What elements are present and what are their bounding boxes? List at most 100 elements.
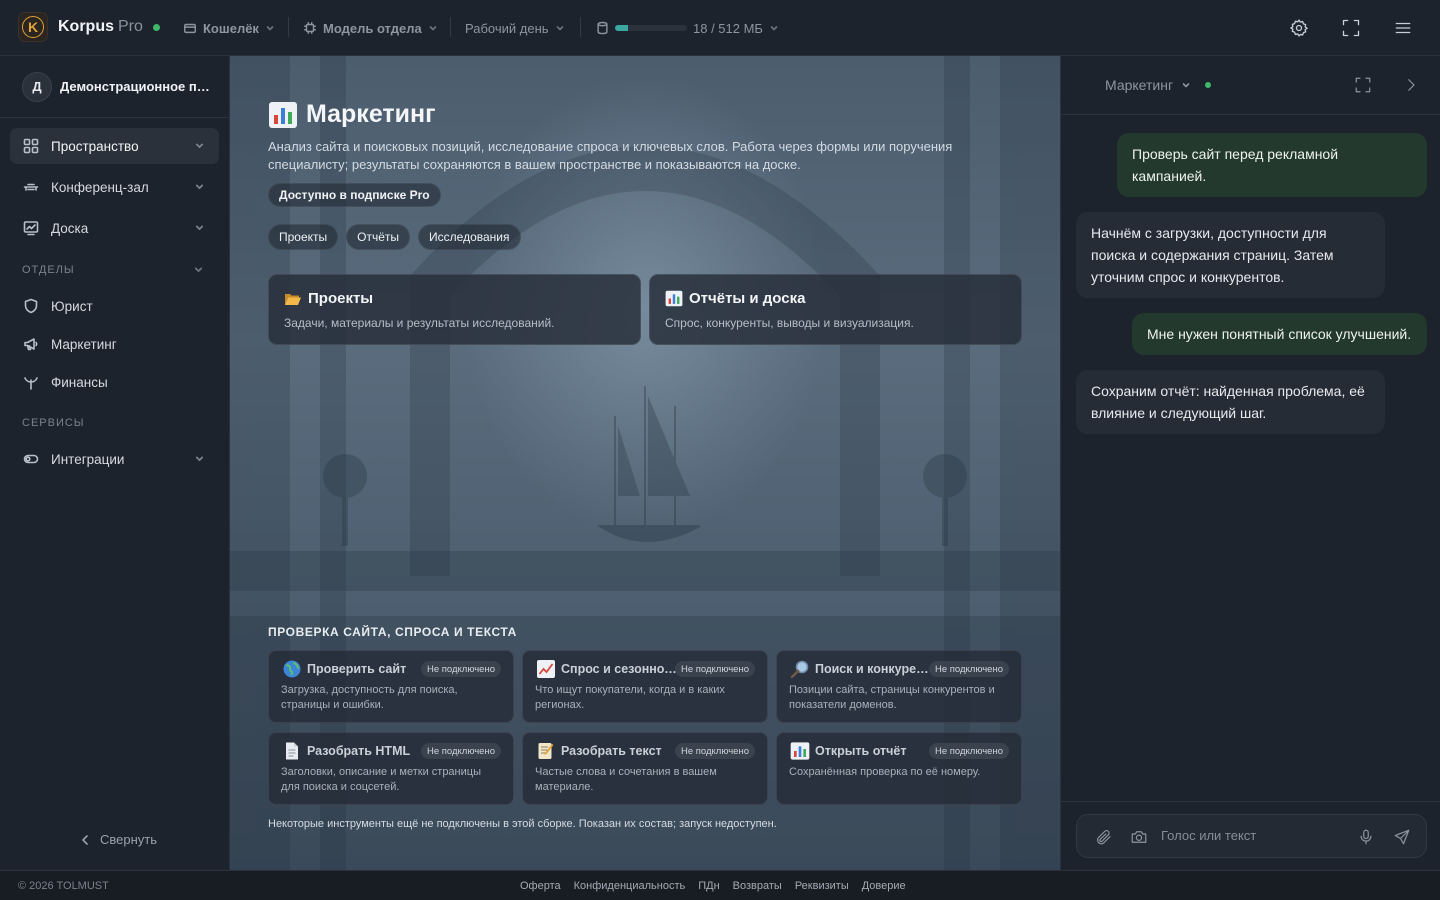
chevron-down-icon	[429, 26, 437, 31]
open-folder-icon	[285, 293, 301, 305]
page-description: Анализ сайта и поисковых позиций, исслед…	[268, 139, 953, 172]
sidebar-item-label: Интеграции	[51, 451, 125, 467]
tool-card-demand[interactable]: Спрос и сезонность Не подключено Что ищу…	[522, 650, 768, 723]
footer-link-offer[interactable]: Оферта	[520, 880, 561, 892]
status-badge: Не подключено	[420, 743, 501, 759]
chat-expand-button[interactable]	[1354, 76, 1374, 96]
chat-panel: Маркетинг Проверь сайт перед рекламной к…	[1060, 56, 1440, 870]
paperclip-icon	[1097, 830, 1111, 845]
sidebar-item-finance[interactable]: Финансы	[10, 364, 219, 400]
chip-reports[interactable]: Отчёты	[346, 224, 411, 250]
chat-department-dropdown[interactable]: Маркетинг	[1105, 77, 1212, 93]
mode-dropdown[interactable]: Рабочий день	[465, 18, 565, 38]
footer-link-requisites[interactable]: Реквизиты	[795, 880, 849, 892]
chevron-down-icon	[195, 225, 204, 231]
collapse-label: Свернуть	[100, 832, 158, 847]
wallet-dropdown[interactable]: Кошелёк	[183, 18, 275, 38]
card-title-text: Проекты	[308, 290, 374, 307]
storage-progress-bar	[615, 25, 687, 31]
bar-chart-icon	[665, 290, 683, 307]
online-status-dot	[153, 24, 160, 31]
tool-title: Проверить сайт	[307, 662, 407, 676]
storage-indicator[interactable]: 18 / 512 МБ	[596, 18, 779, 38]
voice-input-button[interactable]	[1357, 828, 1375, 846]
tool-title: Спрос и сезонность	[561, 662, 679, 676]
filter-chips: Проекты Отчёты Исследования	[268, 224, 521, 250]
footer-link-privacy[interactable]: Конфиденциальность	[574, 880, 686, 892]
card-reports-board[interactable]: Отчёты и доска Спрос, конкуренты, выводы…	[649, 274, 1022, 345]
toggle-link-icon	[23, 454, 39, 464]
status-badge: Не подключено	[674, 661, 755, 677]
chevron-down-icon	[195, 456, 204, 462]
sidebar-item-integrations[interactable]: Интеграции	[10, 441, 219, 477]
menu-button[interactable]	[1391, 16, 1415, 40]
card-projects[interactable]: Проекты Задачи, материалы и результаты и…	[268, 274, 641, 345]
footer-link-trust[interactable]: Доверие	[862, 880, 906, 892]
card-title-text: Отчёты и доска	[689, 290, 806, 307]
card-title: Проекты	[284, 290, 373, 307]
logo-letter: K	[22, 16, 44, 38]
chat-department-label: Маркетинг	[1105, 77, 1174, 93]
chat-input[interactable]	[1161, 828, 1341, 843]
collapse-sidebar-button[interactable]: Свернуть	[80, 832, 157, 847]
camera-button[interactable]	[1130, 828, 1148, 846]
sidebar-item-label: Доска	[51, 220, 89, 236]
tool-description: Заголовки, описание и метки страницы для…	[281, 766, 481, 793]
footer-link-personal-data[interactable]: ПДн	[698, 880, 719, 892]
attach-button[interactable]	[1095, 828, 1113, 846]
tool-card-parse-html[interactable]: Разобрать HTML Не подключено Заголовки, …	[268, 732, 514, 805]
main-content: Маркетинг Анализ сайта и поисковых позиц…	[230, 56, 1060, 870]
fullscreen-button[interactable]	[1339, 16, 1363, 40]
sidebar-item-lawyer[interactable]: Юрист	[10, 288, 219, 324]
sidebar-item-board[interactable]: Доска	[10, 210, 219, 246]
section-label: ОТДЕЛЫ	[22, 264, 75, 276]
footer: © 2026 TOLMUST Оферта Конфиденциальность…	[0, 870, 1440, 900]
tool-card-parse-text[interactable]: Разобрать текст Не подключено Частые сло…	[522, 732, 768, 805]
section-label: СЕРВИСЫ	[22, 417, 85, 429]
tool-title: Открыть отчёт	[815, 744, 907, 758]
sidebar-item-conference[interactable]: Конференц-зал	[10, 169, 219, 205]
footer-link-refunds[interactable]: Возвраты	[733, 880, 782, 892]
megaphone-icon	[24, 338, 38, 351]
board-chart-icon	[23, 221, 39, 236]
section-departments[interactable]: ОТДЕЛЫ	[22, 264, 203, 276]
sidebar-item-label: Юрист	[51, 298, 93, 314]
brand-name: Korpus Pro	[58, 18, 143, 36]
tool-card-check-site[interactable]: Проверить сайт Не подключено Загрузка, д…	[268, 650, 514, 723]
workspace-avatar: Д	[22, 71, 52, 102]
chat-hide-button[interactable]	[1402, 76, 1422, 96]
status-badge: Не подключено	[420, 661, 501, 677]
tool-card-search-competitors[interactable]: Поиск и конкуренты Не подключено Позиции…	[776, 650, 1022, 723]
sidebar-item-marketing[interactable]: Маркетинг	[10, 326, 219, 362]
chevron-down-icon	[195, 184, 204, 190]
divider	[450, 17, 451, 37]
model-label: Модель отдела	[323, 20, 422, 36]
chat-message-user: Мне нужен понятный список улучшений.	[1132, 313, 1427, 355]
sidebar-item-label: Пространство	[51, 138, 139, 154]
expand-icon	[1355, 77, 1371, 93]
card-description: Спрос, конкуренты, выводы и визуализация…	[665, 316, 914, 330]
sidebar-item-space[interactable]: Пространство	[10, 128, 219, 164]
brand-title: Korpus	[58, 18, 114, 35]
tool-title: Разобрать текст	[561, 744, 662, 758]
bar-chart-icon	[269, 101, 297, 128]
model-dropdown[interactable]: Модель отдела	[303, 18, 438, 38]
chat-message-assistant: Сохраним отчёт: найденная проблема, её в…	[1076, 370, 1385, 434]
logo[interactable]: K	[18, 12, 48, 42]
workspace-switcher[interactable]: Д Демонстрационное пространство	[0, 56, 230, 118]
sprout-icon	[24, 377, 38, 390]
tool-description: Частые слова и сочетания в вашем материа…	[535, 766, 717, 793]
settings-button[interactable]	[1287, 16, 1311, 40]
chevron-down-icon	[556, 26, 563, 31]
chevron-left-icon	[82, 834, 88, 845]
wallet-label: Кошелёк	[203, 20, 259, 36]
tool-card-open-report[interactable]: Открыть отчёт Не подключено Сохранённая …	[776, 732, 1022, 805]
online-status-dot	[1205, 82, 1212, 88]
divider	[288, 17, 289, 37]
tool-description: Загрузка, доступность для поиска, страни…	[281, 684, 458, 711]
send-button[interactable]	[1393, 828, 1411, 846]
chip-research[interactable]: Исследования	[418, 224, 521, 250]
chip-projects[interactable]: Проекты	[268, 224, 339, 250]
page-title: Маркетинг	[268, 100, 436, 129]
storage-text: 18 / 512 МБ	[693, 20, 763, 36]
